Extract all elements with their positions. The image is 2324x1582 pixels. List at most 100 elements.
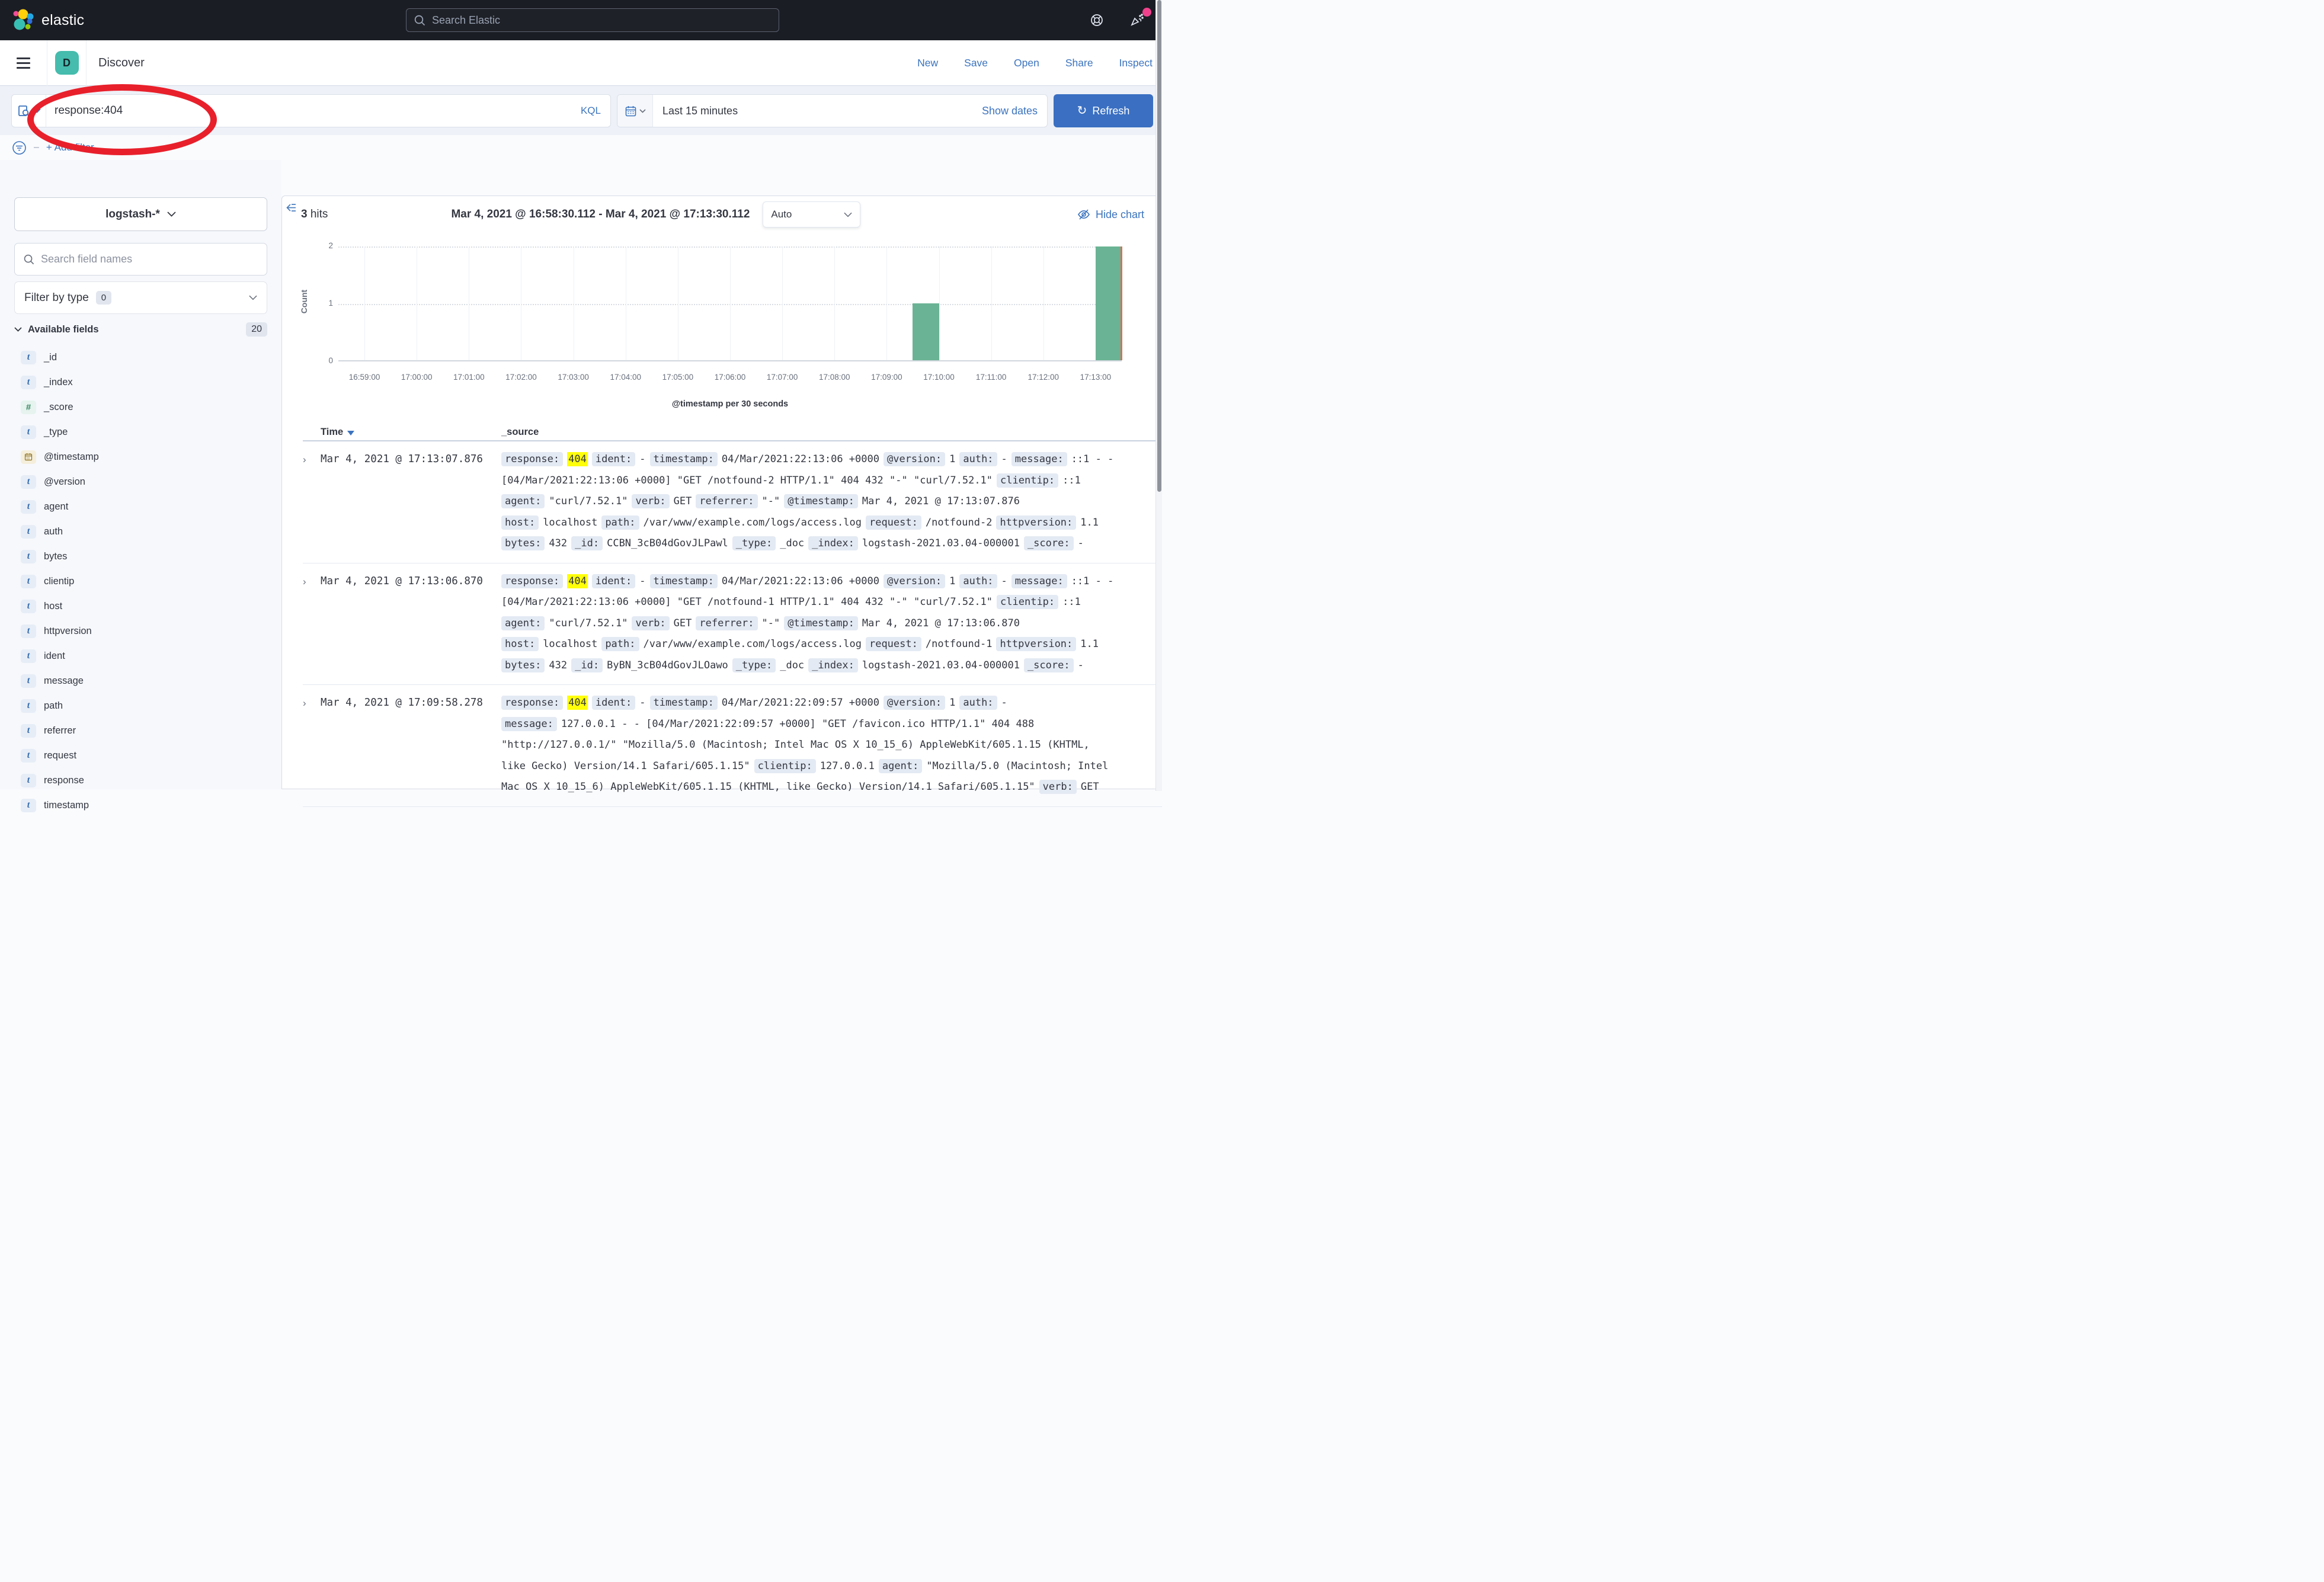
field-name-badge: auth: <box>959 574 997 588</box>
query-language-button[interactable]: KQL <box>571 105 610 117</box>
nav-action-share[interactable]: Share <box>1065 57 1093 69</box>
y-tick-label: 2 <box>313 241 333 250</box>
field-value: 432 <box>549 537 567 549</box>
field-name-badge: response: <box>501 696 563 710</box>
type-filter-count-badge: 0 <box>96 291 111 305</box>
index-pattern-select[interactable]: logstash-* <box>14 197 267 231</box>
elastic-logo[interactable]: elastic <box>0 9 136 31</box>
field-value: like Gecko) Version/14.1 Safari/605.1.15… <box>501 760 750 772</box>
field-item-message[interactable]: t message <box>14 668 267 693</box>
notification-dot <box>1142 8 1151 17</box>
x-tick-label: 17:10:00 <box>923 373 955 382</box>
field-name-badge: @timestamp: <box>784 616 858 630</box>
field-item-request[interactable]: trequest <box>14 743 267 768</box>
field-value: Mar 4, 2021 @ 17:13:06.870 <box>862 617 1020 629</box>
available-fields-header[interactable]: Available fields 20 <box>14 322 267 337</box>
filter-by-type-select[interactable]: Filter by type 0 <box>14 281 267 314</box>
field-item-_id[interactable]: t_id <box>14 345 267 370</box>
nav-action-new[interactable]: New <box>917 57 938 69</box>
field-item-clientip[interactable]: t clientip <box>14 569 267 594</box>
histogram-bar[interactable] <box>913 303 939 360</box>
field-item-auth[interactable]: tauth <box>14 519 267 544</box>
table-body: ›Mar 4, 2021 @ 17:13:07.876response:404i… <box>303 441 1162 807</box>
field-item-response[interactable]: tresponse <box>14 768 267 793</box>
histogram-bar[interactable] <box>1096 246 1122 360</box>
string-type-icon: t <box>21 674 36 688</box>
field-name-badge: @timestamp: <box>784 494 858 508</box>
doc-time-cell: Mar 4, 2021 @ 17:13:06.870 <box>321 571 484 677</box>
saved-query-menu-button[interactable] <box>12 95 46 127</box>
string-type-icon: t <box>21 575 36 588</box>
field-item-agent[interactable]: tagent <box>14 494 267 519</box>
field-name-badge: message: <box>1011 452 1067 466</box>
filter-dash: – <box>34 142 39 153</box>
space-avatar[interactable]: D <box>55 51 79 75</box>
x-tick-label: 17:05:00 <box>662 373 694 382</box>
x-tick-label: 17:01:00 <box>453 373 485 382</box>
field-item-ident[interactable]: tident <box>14 643 267 668</box>
field-item-@timestamp[interactable]: @timestamp <box>14 444 267 469</box>
y-axis-label: Count <box>299 281 309 322</box>
field-item-bytes[interactable]: tbytes <box>14 544 267 569</box>
field-name: clientip <box>44 576 74 587</box>
collapse-sidebar-icon[interactable] <box>286 202 297 213</box>
field-item-httpversion[interactable]: thttpversion <box>14 619 267 643</box>
refresh-button[interactable]: ↻ Refresh <box>1054 94 1153 127</box>
interval-select[interactable]: Auto <box>763 201 860 228</box>
field-name: @version <box>44 476 85 488</box>
field-name-badge: path: <box>601 515 639 530</box>
string-type-icon: t <box>21 500 36 514</box>
field-name: message <box>44 675 84 687</box>
discover-main-panel: 3 hits Mar 4, 2021 @ 16:58:30.112 - Mar … <box>281 196 1162 789</box>
expand-row-icon[interactable]: › <box>303 693 321 798</box>
field-name-badge: response: <box>501 452 563 466</box>
field-item-@version[interactable]: t@version <box>14 469 267 494</box>
chevron-down-icon <box>844 212 852 217</box>
field-item-_type[interactable]: t_type <box>14 419 267 444</box>
field-name-badge: _index: <box>808 658 858 672</box>
global-search-input[interactable]: Search Elastic <box>406 8 779 32</box>
field-value: [04/Mar/2021:22:13:06 +0000] "GET /notfo… <box>501 475 993 486</box>
query-input[interactable]: response:404 KQL <box>11 94 611 127</box>
field-name: agent <box>44 501 68 513</box>
calendar-icon <box>625 105 637 117</box>
field-value: _doc <box>780 659 804 671</box>
field-name-badge: request: <box>866 637 921 651</box>
query-text[interactable]: response:404 <box>46 104 571 117</box>
field-item-_score[interactable]: #_score <box>14 395 267 419</box>
field-item-path[interactable]: tpath <box>14 693 267 718</box>
field-search-input[interactable]: Search field names <box>14 243 267 276</box>
expand-row-icon[interactable]: › <box>303 571 321 677</box>
documents-table: Time _source ›Mar 4, 2021 @ 17:13:07.876… <box>282 424 1162 807</box>
chevron-down-icon <box>249 295 257 300</box>
nav-action-open[interactable]: Open <box>1014 57 1039 69</box>
nav-action-inspect[interactable]: Inspect <box>1119 57 1153 69</box>
field-item-host[interactable]: thost <box>14 594 267 619</box>
field-name-badge: verb: <box>1039 780 1077 794</box>
scrollbar-thumb[interactable] <box>1157 0 1161 492</box>
hide-chart-button[interactable]: Hide chart <box>1077 208 1144 221</box>
field-item-referrer[interactable]: treferrer <box>14 718 267 743</box>
field-name-badge: agent: <box>879 759 922 773</box>
nav-action-save[interactable]: Save <box>964 57 988 69</box>
filter-icon[interactable] <box>12 140 27 155</box>
filter-bar: – + Add filter <box>0 135 1162 160</box>
field-value: [04/Mar/2021:22:13:06 +0000] "GET /notfo… <box>501 596 993 608</box>
newsfeed-icon[interactable] <box>1130 12 1145 28</box>
field-item-_index[interactable]: t_index <box>14 370 267 395</box>
add-filter-button[interactable]: + Add filter <box>46 142 94 153</box>
help-icon[interactable] <box>1090 13 1104 27</box>
y-tick-label: 0 <box>313 356 333 365</box>
field-name-badge: bytes: <box>501 658 545 672</box>
menu-icon[interactable] <box>0 40 47 86</box>
show-dates-button[interactable]: Show dates <box>982 105 1047 117</box>
time-range-button[interactable]: Last 15 minutes <box>653 105 982 117</box>
quick-select-button[interactable] <box>617 95 653 127</box>
expand-row-icon[interactable]: › <box>303 449 321 555</box>
time-column-header[interactable]: Time <box>321 427 484 438</box>
doc-source-cell: response:404ident:-timestamp:04/Mar/2021… <box>484 571 1162 677</box>
field-value: 1 <box>949 453 955 465</box>
field-value: "curl/7.52.1" <box>549 495 628 507</box>
field-item-timestamp[interactable]: ttimestamp <box>14 793 267 818</box>
field-name-badge: host: <box>501 637 539 651</box>
